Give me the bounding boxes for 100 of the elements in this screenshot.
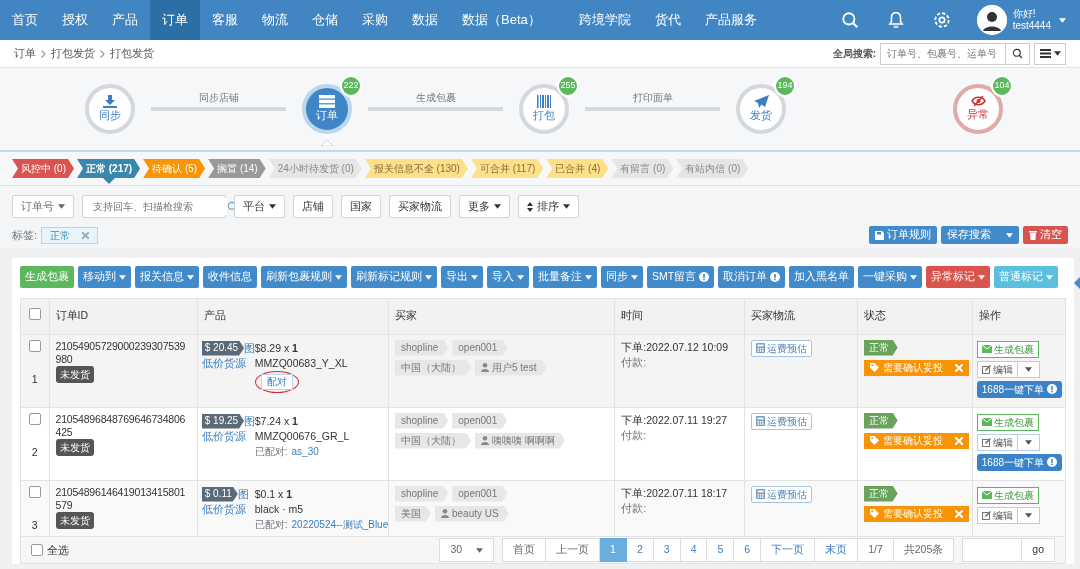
order-1688-button[interactable]: 1688一键下单 xyxy=(976,453,1063,471)
edit-button[interactable]: 编辑 xyxy=(976,506,1018,524)
status-tab[interactable]: 搁置 (14) xyxy=(208,159,266,178)
shipping-estimate-button[interactable]: 运费预估 xyxy=(751,339,813,357)
toolbar-button[interactable]: 报关信息 xyxy=(135,266,199,288)
order-1688-button[interactable]: 1688一键下单 xyxy=(976,380,1063,398)
nav-tab[interactable]: 货代 xyxy=(642,0,693,40)
edit-button[interactable]: 编辑 xyxy=(976,433,1018,451)
avatar-icon[interactable] xyxy=(976,5,1007,35)
page-button[interactable]: 1 xyxy=(600,538,627,562)
page-button[interactable]: 6 xyxy=(734,538,762,562)
toolbar-button[interactable]: 批量备注 xyxy=(533,266,597,288)
breadcrumb-item[interactable]: 订单 xyxy=(14,45,36,62)
status-tab[interactable]: 待确认 (5) xyxy=(143,159,206,178)
edit-button[interactable]: 编辑 xyxy=(976,360,1018,378)
toolbar-button[interactable]: 同步 xyxy=(601,266,643,288)
page-button[interactable]: 3 xyxy=(653,538,681,562)
source-link[interactable]: 低价货源 xyxy=(201,355,250,371)
toolbar-button[interactable]: 取消订单 xyxy=(718,266,786,288)
go-button[interactable]: go xyxy=(1022,538,1055,562)
filter-tag[interactable]: 正常 xyxy=(41,226,99,244)
nav-tab[interactable]: 首页 xyxy=(0,0,50,40)
toolbar-button[interactable]: 导入 xyxy=(487,266,529,288)
nav-tab[interactable]: 物流 xyxy=(250,0,300,40)
edit-menu-button[interactable] xyxy=(1017,506,1040,524)
create-package-button[interactable]: 生成包裹 xyxy=(976,413,1039,431)
filter-button[interactable]: 买家物流 xyxy=(389,195,451,218)
toolbar-button[interactable]: 移动到 xyxy=(78,266,131,288)
order-rules-button[interactable]: 订单规则 xyxy=(869,226,937,244)
filter-select[interactable]: 订单号 xyxy=(12,195,74,218)
close-icon[interactable] xyxy=(954,436,963,445)
search-button[interactable] xyxy=(1006,42,1030,65)
toolbar-button[interactable]: 刷新标记规则 xyxy=(351,266,437,288)
create-package-button[interactable]: 生成包裹 xyxy=(976,340,1039,358)
edit-menu-button[interactable] xyxy=(1017,360,1040,378)
page-button[interactable]: 4 xyxy=(680,538,708,562)
close-icon[interactable] xyxy=(954,509,963,518)
image-link[interactable]: 图 xyxy=(237,486,249,502)
page-button[interactable]: 上一页 xyxy=(546,538,601,562)
page-button[interactable]: 末页 xyxy=(815,538,859,562)
select-all-checkbox[interactable] xyxy=(31,544,43,556)
view-menu-button[interactable] xyxy=(1034,42,1066,65)
shipping-estimate-button[interactable]: 运费预估 xyxy=(751,412,813,430)
nav-tab[interactable]: 采购 xyxy=(350,0,400,40)
status-tab[interactable]: 有留言 (0) xyxy=(611,159,674,178)
page-button[interactable]: 5 xyxy=(707,538,735,562)
step-node[interactable]: 同步 xyxy=(85,84,135,134)
select-all-checkbox[interactable] xyxy=(28,307,41,320)
filter-button[interactable]: 国家 xyxy=(341,195,381,218)
nav-tab[interactable]: 跨境学院 xyxy=(566,0,643,40)
toolbar-button[interactable]: 普通标记 xyxy=(994,266,1059,288)
nav-tab[interactable]: 客服 xyxy=(200,0,250,40)
row-checkbox[interactable] xyxy=(28,412,41,425)
status-tab[interactable]: 可合并 (117) xyxy=(470,159,544,178)
collapse-arrow-icon[interactable] xyxy=(1074,277,1080,289)
toolbar-button[interactable]: 一键采购 xyxy=(858,266,923,288)
page-button[interactable]: 首页 xyxy=(502,538,547,562)
status-tab[interactable]: 报关信息不全 (130) xyxy=(364,159,468,178)
create-package-button[interactable]: 生成包裹 xyxy=(976,486,1039,504)
row-checkbox[interactable] xyxy=(28,339,41,352)
status-tab[interactable]: 已合并 (4) xyxy=(546,159,609,178)
edit-menu-button[interactable] xyxy=(1017,433,1040,451)
source-link[interactable]: 低价货源 xyxy=(201,501,250,517)
filter-dropdown[interactable]: 更多 xyxy=(459,195,510,218)
page-button[interactable]: 2 xyxy=(626,538,654,562)
page-button[interactable]: 下一页 xyxy=(761,538,816,562)
shipping-estimate-button[interactable]: 运费预估 xyxy=(751,485,813,503)
status-tab[interactable]: 24小时待发货 (0) xyxy=(268,159,362,178)
matched-link[interactable]: 20220524--测试_Blue xyxy=(291,516,389,532)
nav-tab[interactable]: 产品服务 xyxy=(692,0,769,40)
nav-tab[interactable]: 产品 xyxy=(100,0,150,40)
source-link[interactable]: 低价货源 xyxy=(201,428,250,444)
toolbar-button[interactable]: SMT留言 xyxy=(647,266,715,288)
filter-dropdown[interactable]: 平台 xyxy=(234,195,285,218)
nav-tab[interactable]: 授权 xyxy=(50,0,100,40)
match-button[interactable]: 配对 xyxy=(260,373,293,390)
sort-dropdown[interactable]: 排序 xyxy=(518,195,579,218)
page-size-select[interactable]: 30 xyxy=(439,538,495,562)
matched-link[interactable]: as_30 xyxy=(291,443,319,459)
nav-tab[interactable]: 仓储 xyxy=(300,0,350,40)
breadcrumb-item[interactable]: 打包发货 xyxy=(51,45,95,62)
status-tab[interactable]: 有站内信 (0) xyxy=(676,159,749,178)
close-icon[interactable] xyxy=(954,363,963,372)
row-checkbox[interactable] xyxy=(28,485,41,498)
nav-tab[interactable]: 数据 xyxy=(400,0,450,40)
page-field[interactable] xyxy=(962,538,1023,562)
toolbar-button[interactable]: 异常标记 xyxy=(926,266,991,288)
toolbar-button[interactable]: 刷新包裹规则 xyxy=(261,266,347,288)
search-field[interactable]: 订单号、包裹号、运单号 xyxy=(880,42,1006,65)
toolbar-button[interactable]: 生成包裹 xyxy=(20,266,74,288)
toolbar-button[interactable]: 加入黑名单 xyxy=(789,266,855,288)
nav-tab[interactable]: 订单 xyxy=(150,0,200,40)
save-search-button[interactable]: 保存搜索 xyxy=(941,226,1019,244)
filter-button[interactable]: 店铺 xyxy=(293,195,333,218)
toolbar-button[interactable]: 收件信息 xyxy=(203,266,257,288)
image-link[interactable]: 图 xyxy=(244,413,256,429)
clear-button[interactable]: 清空 xyxy=(1023,226,1068,244)
status-tab[interactable]: 风控中 (0) xyxy=(12,159,74,178)
toolbar-button[interactable]: 导出 xyxy=(441,266,483,288)
image-link[interactable]: 图 xyxy=(244,340,256,356)
